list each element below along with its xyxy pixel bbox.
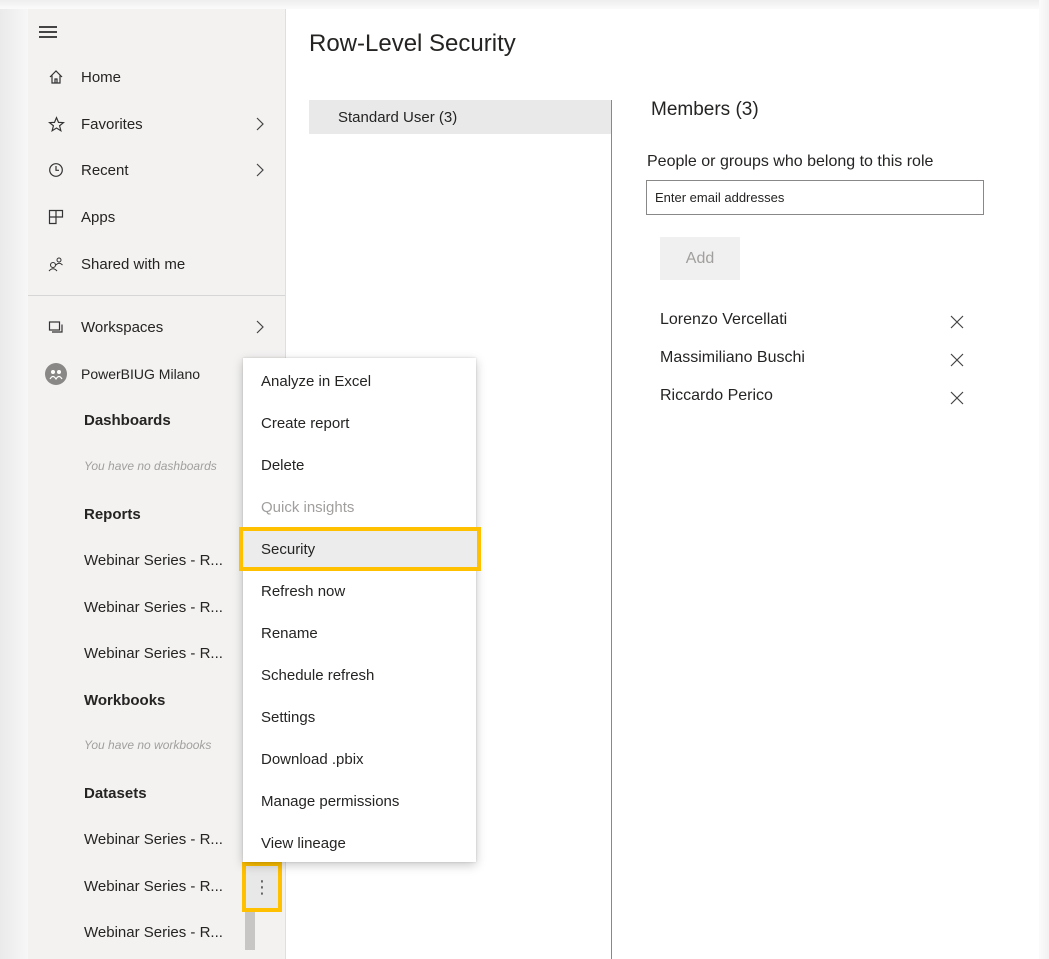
hamburger-menu-icon[interactable]: [39, 26, 57, 38]
dataset-context-menu: Analyze in Excel Create report Delete Qu…: [239, 358, 481, 864]
remove-member-icon[interactable]: [949, 352, 965, 368]
sidebar-item-label: Apps: [81, 208, 116, 226]
chevron-right-icon: [256, 117, 264, 131]
shared-icon: [45, 256, 67, 272]
menu-item-view-lineage[interactable]: View lineage: [243, 822, 476, 864]
workbooks-empty-note: You have no workbooks: [84, 738, 212, 752]
frame-left-edge: [0, 0, 28, 959]
add-member-button[interactable]: Add: [660, 237, 740, 280]
member-name: Riccardo Perico: [660, 387, 773, 404]
members-title: Members (3): [651, 99, 759, 120]
menu-item-settings[interactable]: Settings: [243, 696, 476, 738]
star-icon: [45, 115, 67, 133]
section-title-workbooks: Workbooks: [84, 692, 166, 709]
sidebar-item-label: Home: [81, 68, 122, 86]
sidebar-item-workspaces[interactable]: Workspaces: [28, 307, 285, 347]
dashboards-empty-note: You have no dashboards: [84, 459, 217, 473]
clock-icon: [45, 162, 67, 178]
dataset-item[interactable]: Webinar Series - R...: [84, 831, 223, 848]
menu-item-download-pbix[interactable]: Download .pbix: [243, 738, 476, 780]
menu-item-refresh-now[interactable]: Refresh now: [243, 570, 476, 612]
menu-item-rename[interactable]: Rename: [243, 612, 476, 654]
apps-icon: [45, 209, 67, 225]
report-item[interactable]: Webinar Series - R...: [84, 599, 223, 616]
menu-item-security[interactable]: Security: [239, 527, 481, 571]
sidebar-item-favorites[interactable]: Favorites: [28, 104, 285, 144]
sidebar-item-recent[interactable]: Recent: [28, 150, 285, 190]
menu-item-quick-insights[interactable]: Quick insights: [243, 486, 476, 528]
menu-item-analyze-in-excel[interactable]: Analyze in Excel: [243, 360, 476, 402]
member-row: Riccardo Perico: [660, 387, 970, 411]
report-item[interactable]: Webinar Series - R...: [84, 645, 223, 662]
member-row: Massimiliano Buschi: [660, 349, 970, 373]
chevron-right-icon: [256, 163, 264, 177]
menu-item-create-report[interactable]: Create report: [243, 402, 476, 444]
menu-item-manage-permissions[interactable]: Manage permissions: [243, 780, 476, 822]
section-title-datasets: Datasets: [84, 785, 147, 802]
dataset-item[interactable]: Webinar Series - R...: [84, 924, 223, 941]
member-name: Massimiliano Buschi: [660, 349, 805, 366]
sidebar-item-label: Favorites: [81, 115, 143, 133]
member-name: Lorenzo Vercellati: [660, 311, 788, 328]
sidebar-item-label: Workspaces: [81, 318, 164, 336]
member-row: Lorenzo Vercellati: [660, 311, 970, 335]
menu-item-delete[interactable]: Delete: [243, 444, 476, 486]
sidebar-item-home[interactable]: Home: [28, 57, 285, 97]
chevron-right-icon: [256, 320, 264, 334]
sidebar-item-apps[interactable]: Apps: [28, 197, 285, 237]
section-title-reports: Reports: [84, 506, 141, 523]
workspace-avatar-icon: [45, 363, 67, 385]
members-description: People or groups who belong to this role: [647, 153, 934, 170]
frame-top-edge: [0, 0, 1049, 9]
sidebar-item-label: Recent: [81, 161, 129, 179]
workspaces-icon: [45, 319, 67, 335]
email-addresses-input[interactable]: [646, 180, 984, 215]
sidebar-item-label: Shared with me: [81, 255, 186, 273]
home-icon: [45, 69, 67, 85]
page-title: Row-Level Security: [309, 30, 516, 57]
role-item-standard-user[interactable]: Standard User (3): [309, 100, 611, 134]
menu-item-schedule-refresh[interactable]: Schedule refresh: [243, 654, 476, 696]
remove-member-icon[interactable]: [949, 314, 965, 330]
more-options-button[interactable]: ⋮: [242, 862, 282, 912]
report-item[interactable]: Webinar Series - R...: [84, 552, 223, 569]
sidebar-item-shared-with-me[interactable]: Shared with me: [28, 244, 285, 284]
sidebar-divider: [28, 295, 285, 296]
remove-member-icon[interactable]: [949, 390, 965, 406]
workspace-name: PowerBIUG Milano: [81, 366, 201, 382]
frame-right-edge: [1039, 0, 1049, 959]
dataset-item[interactable]: Webinar Series - R...: [84, 878, 223, 895]
section-title-dashboards: Dashboards: [84, 412, 171, 429]
